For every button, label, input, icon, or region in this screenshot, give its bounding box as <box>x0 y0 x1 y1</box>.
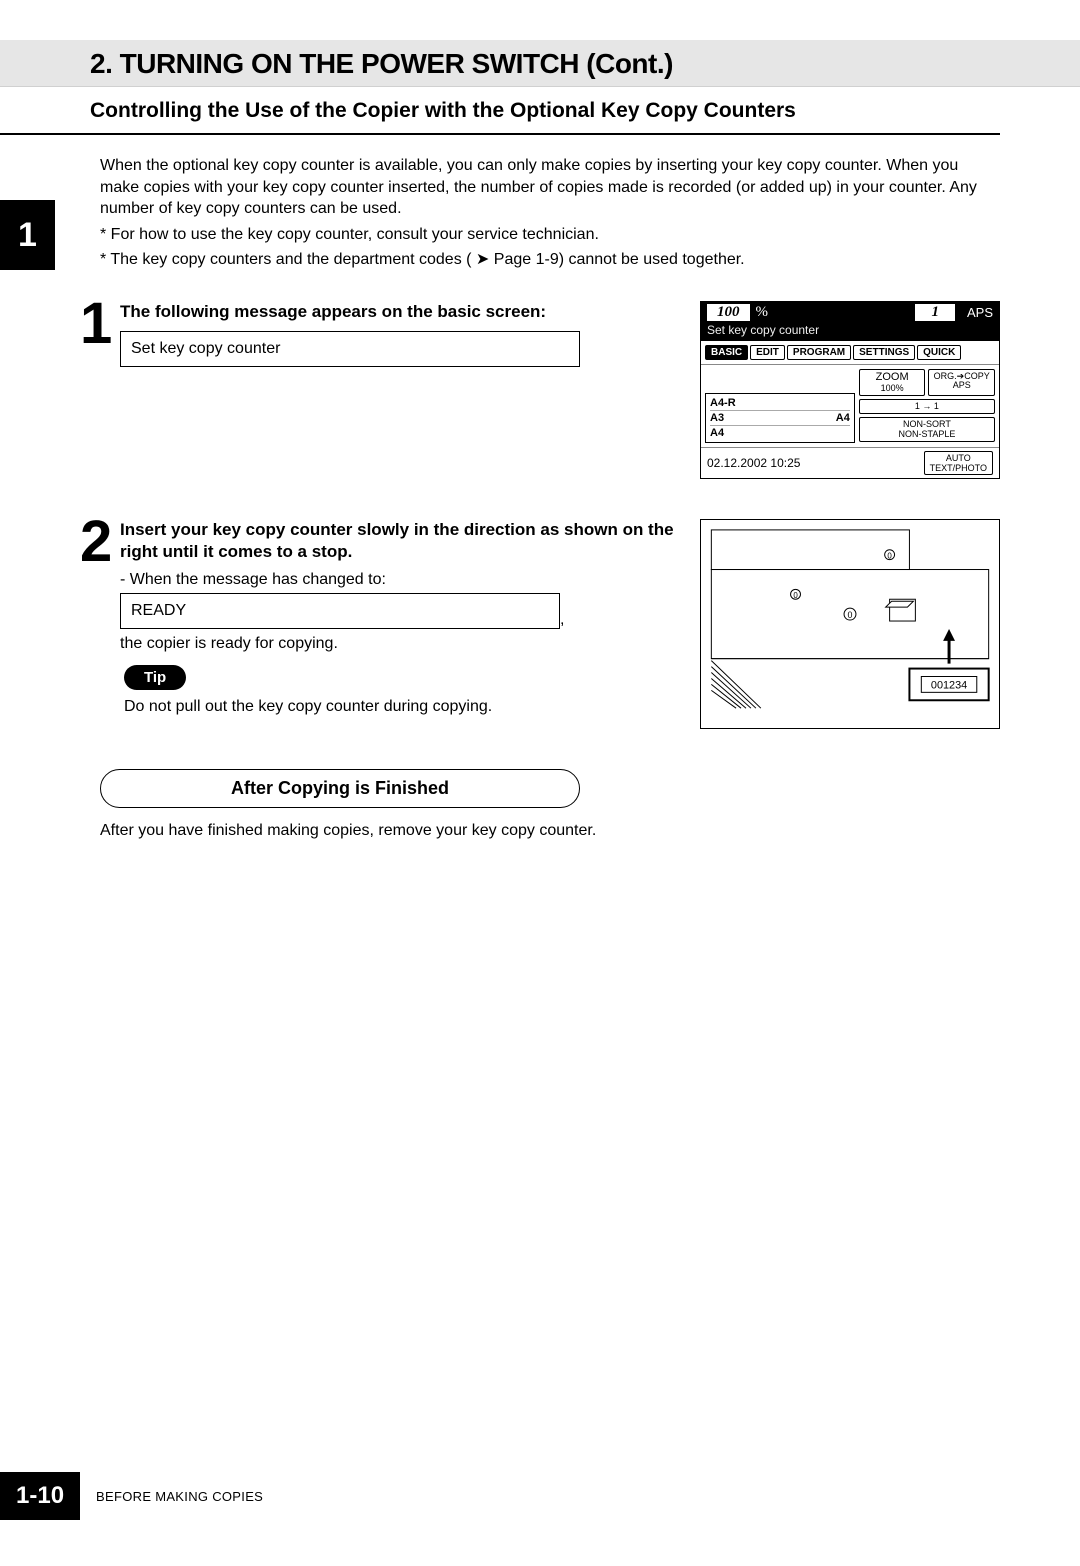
tip-badge: Tip <box>124 665 186 690</box>
footer-caption: BEFORE MAKING COPIES <box>96 1489 263 1504</box>
intro-note-1: * For how to use the key copy counter, c… <box>100 224 1000 246</box>
intro-note-2: * The key copy counters and the departme… <box>100 249 1000 271</box>
chapter-badge: 1 <box>0 200 55 270</box>
screen-tab-program: PROGRAM <box>787 345 851 360</box>
screen-timestamp: 02.12.2002 10:25 <box>707 456 800 470</box>
handle-icon: 0 <box>887 552 892 561</box>
screen-status-message: Set key copy counter <box>707 323 993 337</box>
step-2: 2 Insert your key copy counter slowly in… <box>80 519 1000 729</box>
screen-tabs: BASIC EDIT PROGRAM SETTINGS QUICK <box>701 341 999 365</box>
step-2-heading: Insert your key copy counter slowly in t… <box>120 519 680 563</box>
screen-btn-zoom: ZOOM 100% <box>859 369 926 396</box>
screen-btn-sort: NON-SORT NON-STAPLE <box>859 417 995 442</box>
screen-tray-1: A4-R <box>710 396 850 411</box>
finish-text: After you have finished making copies, r… <box>100 822 1000 840</box>
ready-message-box: READY <box>120 593 560 629</box>
step-number: 2 <box>80 519 120 565</box>
step-2-subline: - When the message has changed to: <box>120 571 680 589</box>
section-title-bar: 2. TURNING ON THE POWER SWITCH (Cont.) <box>0 40 1080 87</box>
subsection-heading: Controlling the Use of the Copier with t… <box>90 99 1000 123</box>
screen-tab-quick: QUICK <box>917 345 961 360</box>
screen-tray-side: A4 <box>836 412 850 424</box>
screen-tray-list: A4-R A3 A4 A4 <box>705 393 855 443</box>
intro-paragraph: When the optional key copy counter is av… <box>100 157 977 217</box>
section-title: 2. TURNING ON THE POWER SWITCH (Cont.) <box>90 48 1080 80</box>
tip-text: Do not pull out the key copy counter dur… <box>124 698 680 716</box>
screen-btn-mode: AUTOTEXT/PHOTO <box>924 451 993 475</box>
handle-icon: 0 <box>793 591 798 600</box>
step-1: 1 The following message appears on the b… <box>80 301 1000 479</box>
screen-btn-duplex: 1 → 1 <box>859 399 995 414</box>
screen-quantity: 1 <box>915 304 955 321</box>
copier-screen-illustration: 100 % 1 APS Set key copy counter BASIC E… <box>700 301 1000 479</box>
trailing-comma: , <box>560 611 564 629</box>
screen-tab-basic: BASIC <box>705 345 748 360</box>
step-2-after-ready: the copier is ready for copying. <box>120 635 680 653</box>
screen-message-box: Set key copy counter <box>120 331 580 367</box>
page-number: 1-10 <box>0 1472 80 1520</box>
screen-btn-org: ORG.➔COPY APS <box>928 369 995 396</box>
step-number: 1 <box>80 301 120 347</box>
screen-tab-edit: EDIT <box>750 345 785 360</box>
handle-icon: 0 <box>848 610 853 620</box>
screen-aps-label: APS <box>967 305 993 320</box>
counter-display-text: 001234 <box>931 679 967 691</box>
page-footer: 1-10 BEFORE MAKING COPIES <box>0 1472 263 1520</box>
screen-tray-2: A3 <box>710 412 724 424</box>
screen-tray-3: A4 <box>710 426 850 440</box>
intro-block: When the optional key copy counter is av… <box>100 155 1000 271</box>
finish-block: After Copying is Finished After you have… <box>100 769 1000 840</box>
screen-zoom-suffix: % <box>756 304 769 321</box>
screen-tab-settings: SETTINGS <box>853 345 915 360</box>
screen-zoom-value: 100 <box>707 304 750 321</box>
steps-container: 1 The following message appears on the b… <box>80 301 1000 729</box>
copier-insert-illustration: 001234 0 0 0 <box>700 519 1000 729</box>
subsection-heading-row: Controlling the Use of the Copier with t… <box>0 87 1000 135</box>
finish-heading: After Copying is Finished <box>100 769 580 808</box>
step-1-heading: The following message appears on the bas… <box>120 301 680 323</box>
